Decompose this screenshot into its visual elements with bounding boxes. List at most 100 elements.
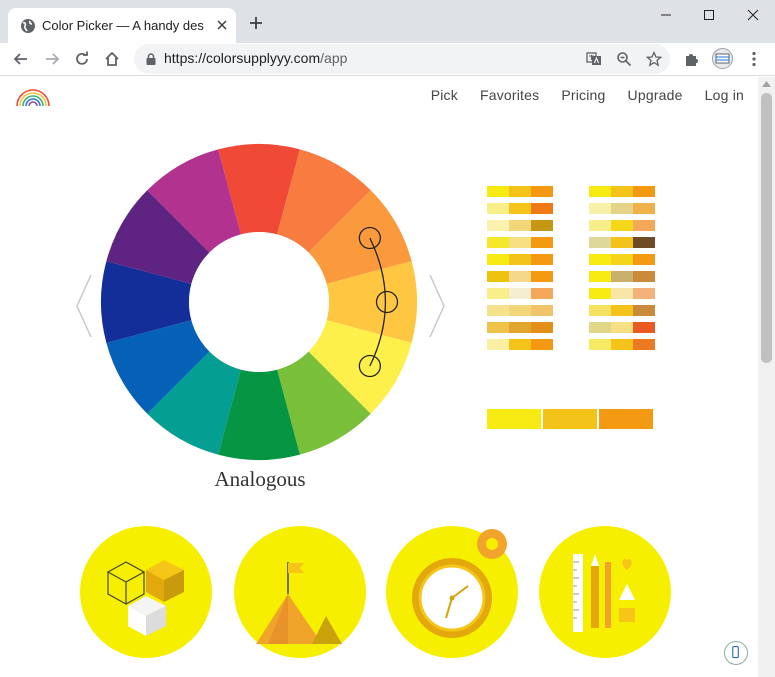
swatch: [487, 288, 509, 299]
swatch: [611, 186, 633, 197]
palette-row[interactable]: [589, 254, 655, 265]
prev-scheme-chevron-icon[interactable]: [73, 273, 95, 339]
palette-row[interactable]: [589, 271, 655, 282]
new-tab-icon[interactable]: [248, 15, 264, 31]
main-swatch[interactable]: [599, 409, 653, 429]
swatch: [633, 220, 655, 231]
palette-row[interactable]: [487, 220, 553, 231]
home-icon[interactable]: [103, 50, 121, 68]
palette-row[interactable]: [487, 203, 553, 214]
palette-row[interactable]: [589, 237, 655, 248]
menu-dots-icon[interactable]: [745, 50, 763, 68]
window-close-icon[interactable]: [744, 6, 762, 24]
design-tools-icon: [539, 526, 671, 658]
feature-tools[interactable]: [539, 526, 671, 658]
scroll-up-icon[interactable]: [762, 81, 771, 87]
swatch: [509, 186, 531, 197]
palette-row[interactable]: [487, 339, 553, 350]
swatch: [509, 237, 531, 248]
palette-row[interactable]: [589, 288, 655, 299]
swatch: [589, 305, 611, 316]
mountain-flag-icon: [234, 526, 366, 658]
main-palette: [487, 409, 653, 429]
bookmark-star-icon[interactable]: [646, 51, 662, 67]
url-host: https://colorsupplyyy.com: [164, 50, 321, 66]
swatch: [589, 220, 611, 231]
rainbow-logo-icon[interactable]: [15, 85, 51, 107]
swatch: [611, 254, 633, 265]
browser-tab[interactable]: Color Picker — A handy design: [8, 8, 236, 43]
palette-row[interactable]: [589, 305, 655, 316]
nav-favorites[interactable]: Favorites: [480, 87, 539, 103]
palette-row[interactable]: [487, 305, 553, 316]
swatch: [611, 305, 633, 316]
forward-arrow-icon[interactable]: [43, 50, 61, 68]
tab-title: Color Picker — A handy design: [42, 18, 204, 33]
extensions-icon[interactable]: [683, 50, 701, 68]
palette-row[interactable]: [487, 271, 553, 282]
nav-pick[interactable]: Pick: [431, 87, 458, 103]
palette-row[interactable]: [589, 322, 655, 333]
palette-row[interactable]: [589, 186, 655, 197]
swatch: [611, 203, 633, 214]
swatch: [531, 254, 553, 265]
palette-row[interactable]: [487, 237, 553, 248]
profile-avatar-icon[interactable]: [712, 48, 733, 69]
swatch: [611, 220, 633, 231]
swatch: [509, 203, 531, 214]
palette-row[interactable]: [589, 220, 655, 231]
swatch: [589, 288, 611, 299]
translate-icon[interactable]: [586, 51, 602, 67]
feature-mountain[interactable]: [234, 526, 366, 658]
swatch: [487, 254, 509, 265]
feature-cubes[interactable]: [80, 526, 212, 658]
swatch: [633, 254, 655, 265]
scrollbar-thumb[interactable]: [761, 93, 772, 363]
palette-list-right: [589, 186, 655, 350]
swatch: [509, 220, 531, 231]
main-swatch[interactable]: [487, 409, 541, 429]
minimize-icon[interactable]: [657, 6, 675, 24]
swatch: [531, 288, 553, 299]
swatch: [611, 271, 633, 282]
palette-row[interactable]: [589, 339, 655, 350]
back-arrow-icon[interactable]: [12, 50, 30, 68]
lock-icon[interactable]: [144, 52, 158, 66]
color-wheel[interactable]: [100, 143, 418, 461]
swatch: [531, 203, 553, 214]
reload-icon[interactable]: [73, 50, 91, 68]
swatch: [589, 322, 611, 333]
palette-row[interactable]: [487, 254, 553, 265]
main-swatch[interactable]: [543, 409, 597, 429]
palette-row[interactable]: [487, 288, 553, 299]
maximize-icon[interactable]: [700, 6, 718, 24]
swatch: [611, 322, 633, 333]
close-tab-icon[interactable]: [214, 17, 230, 33]
palette-row[interactable]: [589, 203, 655, 214]
swatch: [633, 271, 655, 282]
next-scheme-chevron-icon[interactable]: [426, 273, 448, 339]
nav-upgrade[interactable]: Upgrade: [628, 87, 683, 103]
address-bar[interactable]: https://colorsupplyyy.com/app: [134, 44, 670, 74]
swatch: [531, 322, 553, 333]
url-text[interactable]: https://colorsupplyyy.com/app: [164, 50, 347, 66]
globe-icon: [21, 19, 35, 33]
nav-pricing[interactable]: Pricing: [561, 87, 605, 103]
swatch: [487, 186, 509, 197]
palette-list-left: [487, 186, 553, 350]
vertical-scrollbar[interactable]: [758, 77, 775, 677]
palette-row[interactable]: [487, 186, 553, 197]
help-button[interactable]: [724, 641, 748, 665]
feature-clock[interactable]: [386, 526, 518, 658]
swatch: [487, 203, 509, 214]
swatch: [633, 305, 655, 316]
swatch: [509, 271, 531, 282]
nav-login[interactable]: Log in: [705, 87, 744, 103]
swatch: [487, 339, 509, 350]
zoom-icon[interactable]: [616, 51, 632, 67]
swatch: [633, 203, 655, 214]
swatch: [487, 305, 509, 316]
page-content: Pick Favorites Pricing Upgrade Log in An…: [0, 77, 758, 677]
swatch: [611, 339, 633, 350]
palette-row[interactable]: [487, 322, 553, 333]
